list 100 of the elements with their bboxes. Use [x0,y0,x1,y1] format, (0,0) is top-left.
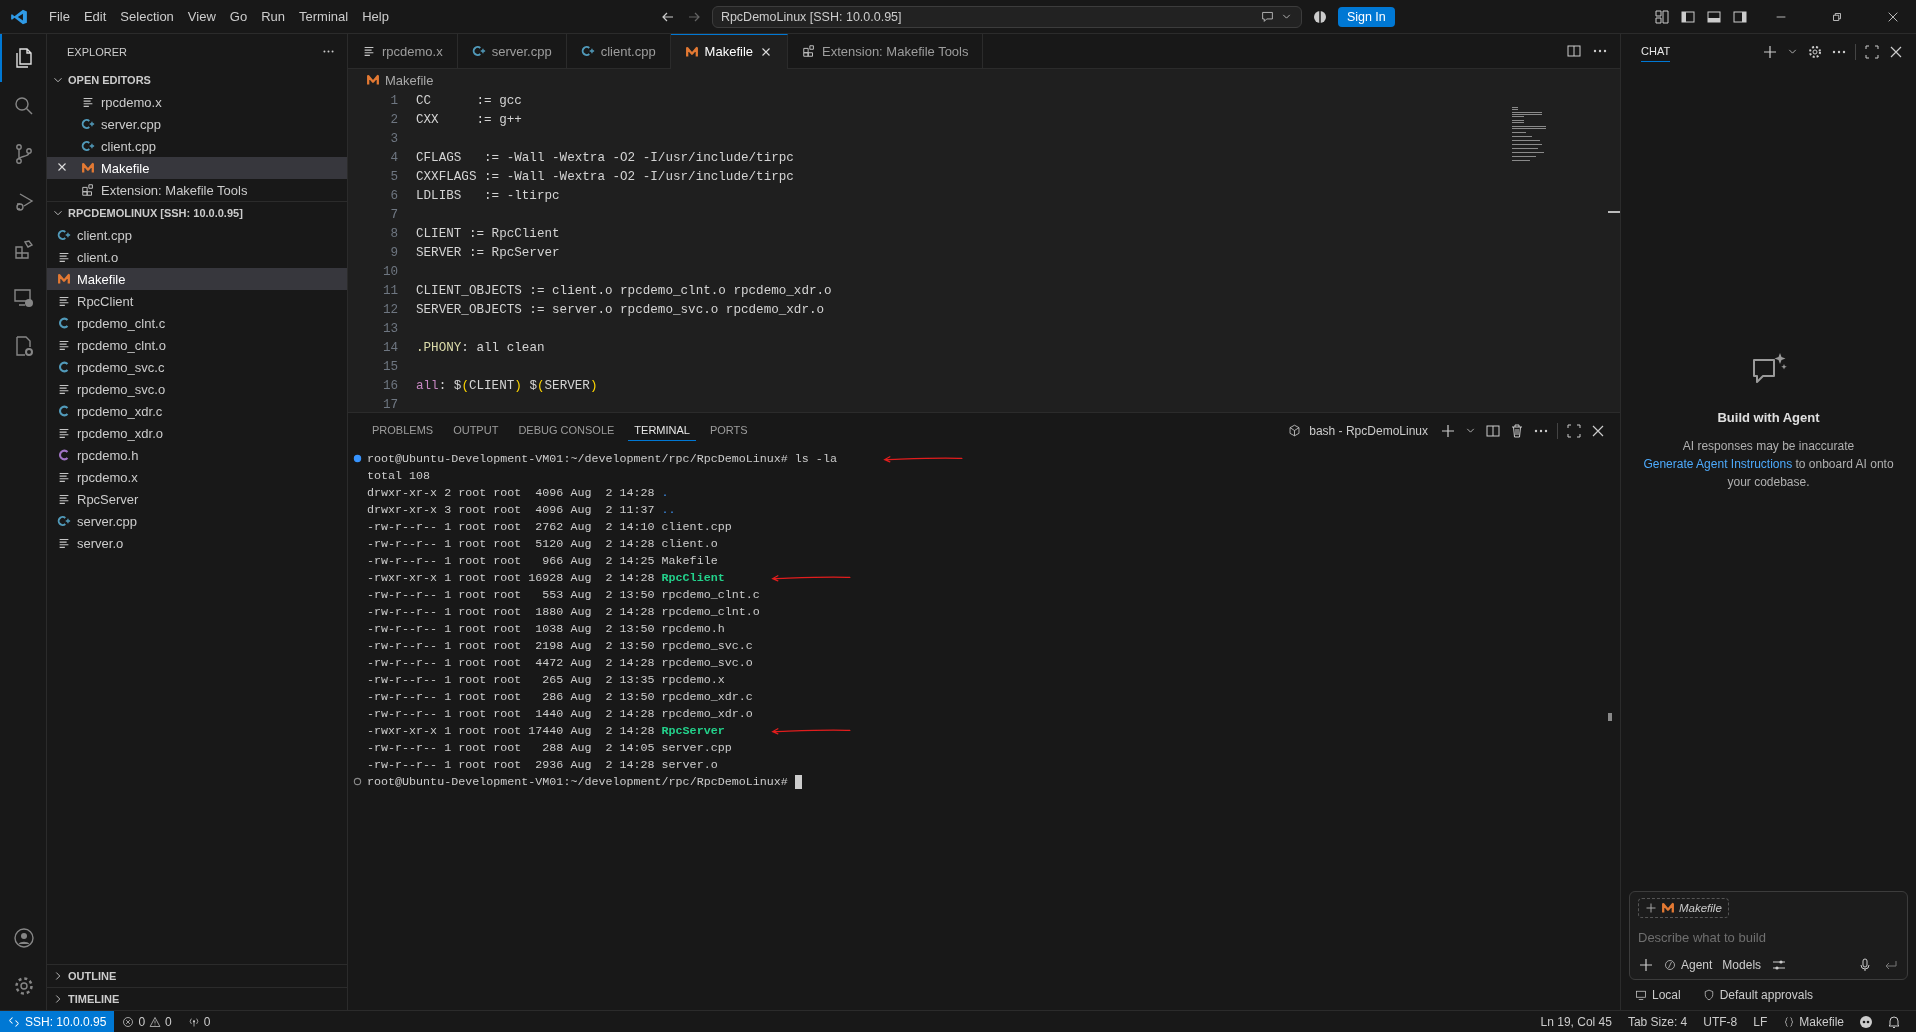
text-file-icon [57,492,71,506]
toggle-sidebar-icon[interactable] [1680,8,1696,25]
approvals-button[interactable]: Default approvals [1702,988,1814,1002]
panel-tab[interactable]: PROBLEMS [366,420,440,441]
tree-item[interactable]: server.cpp [47,510,347,532]
tree-item[interactable]: rpcdemo_xdr.o [47,422,347,444]
menu-item[interactable]: Run [254,6,292,27]
local-button[interactable]: Local [1635,988,1681,1002]
remote-icon [8,1015,20,1028]
menu-item[interactable]: File [42,6,77,27]
tree-item[interactable]: rpcdemo_xdr.c [47,400,347,422]
tree-item[interactable]: rpcdemo_clnt.o [47,334,347,356]
split-editor-icon[interactable] [1566,43,1582,59]
listed-name: client.cpp [661,519,732,534]
generate-instructions-link[interactable]: Generate Agent Instructions [1643,456,1793,471]
chat-disclaimer: AI responses may be inaccurate [1682,437,1855,455]
open-editor-item[interactable]: Makefile [47,157,347,179]
plus-icon[interactable] [1645,902,1657,914]
settings-icon[interactable] [1807,43,1823,60]
maximize-icon[interactable] [1864,43,1880,60]
scrollbar-thumb[interactable] [1608,713,1612,721]
app-logo-icon[interactable] [10,7,28,26]
tree-item[interactable]: server.o [47,532,347,554]
tree-item[interactable]: rpcdemo_svc.o [47,378,347,400]
tree-item[interactable]: RpcClient [47,290,347,312]
code-line: all: $(CLIENT) $(SERVER) [416,378,598,393]
section-header[interactable]: OUTLINE [47,964,347,987]
chat-tab[interactable]: CHAT [1641,41,1671,62]
remote-indicator[interactable]: SSH: 10.0.0.95 [0,1011,115,1032]
tree-item[interactable]: RpcServer [47,488,347,510]
trash-icon[interactable] [1509,422,1525,439]
tree-item[interactable]: rpcdemo_svc.c [47,356,347,378]
code-line: SERVER := RpcServer [416,245,560,260]
file-permissions: -rw-r--r-- 1 root root 1440 Aug 2 14:28 [367,706,655,721]
line-number: 16 [381,378,398,393]
header-file-icon [57,448,71,462]
status-item[interactable]: Tab Size: 4 [1619,1014,1696,1029]
panel-tab[interactable]: TERMINAL [628,420,696,441]
open-editor-item[interactable]: client.cpp [47,135,347,157]
code-line: SERVER_OBJECTS := server.o rpcdemo_svc.o rpcdemo_xdr.o [416,302,825,317]
status-item[interactable]: LF [1745,1014,1776,1029]
chat-input-field[interactable]: Describe what to build [1638,926,1899,949]
breadcrumb-item[interactable]: Makefile [385,72,434,88]
plus-icon[interactable] [1638,957,1654,973]
tree-item[interactable]: Makefile [47,268,347,290]
listed-name: server.cpp [661,740,732,755]
split-terminal-icon[interactable] [1485,422,1501,439]
text-file-icon [57,294,71,308]
microphone-icon[interactable] [1857,957,1873,973]
editor-tab[interactable]: client.cpp [566,33,671,69]
line-number: 7 [389,207,398,222]
agent-mode-button[interactable]: Agent [1664,958,1713,972]
open-editor-item[interactable]: rpcdemo.x [47,91,347,113]
menu-item[interactable]: Go [222,6,255,27]
section-header[interactable]: RPCDEMOLINUX [SSH: 10.0.0.95] [47,201,347,224]
editor-tab[interactable]: Extension: Makefile Tools [788,33,984,69]
toggle-panel-icon[interactable] [1706,8,1722,25]
command-center[interactable]: RpcDemoLinux [SSH: 10.0.0.95] [711,5,1302,28]
status-item[interactable]: Ln 19, Col 45 [1532,1014,1620,1029]
menu-item[interactable]: Terminal [292,6,356,27]
plus-icon[interactable] [1440,422,1456,439]
editor-tab[interactable]: server.cpp [457,33,567,69]
command-status-icon[interactable] [353,454,362,463]
problems-status[interactable]: 0 0 [114,1014,180,1029]
menu-item[interactable]: Selection [113,6,181,27]
chat-icon[interactable] [1260,10,1274,23]
command-status-icon[interactable] [353,777,362,786]
editor-tab[interactable]: rpcdemo.x [348,33,458,69]
toggle-secondary-sidebar-icon[interactable] [1732,8,1748,25]
tree-item[interactable]: rpcdemo.x [47,466,347,488]
models-button[interactable]: Models [1722,958,1762,972]
maximize-icon[interactable] [1566,422,1582,439]
panel-tab[interactable]: DEBUG CONSOLE [512,420,621,441]
file-permissions: drwxr-xr-x 2 root root 4096 Aug 2 14:28 [367,485,655,500]
tree-item[interactable]: rpcdemo.h [47,444,347,466]
section-header[interactable]: OPEN EDITORS [47,69,347,91]
file-permissions: -rw-r--r-- 1 root root 1038 Aug 2 13:50 [367,621,655,636]
open-editor-item[interactable]: server.cpp [47,113,347,135]
context-chip[interactable]: Makefile [1638,898,1729,918]
terminal-name[interactable]: bash - RpcDemoLinux [1309,423,1428,438]
language-mode[interactable]: Makefile [1775,1014,1852,1029]
tree-item[interactable]: rpcdemo_clnt.c [47,312,347,334]
menu-item[interactable]: Help [355,6,396,27]
editor-tab[interactable]: Makefile [670,33,789,69]
ports-status[interactable]: 0 [179,1014,219,1029]
line-number: 5 [389,169,398,184]
tree-item[interactable]: client.o [47,246,347,268]
open-editor-item[interactable]: Extension: Makefile Tools [47,179,347,201]
scrollbar-thumb[interactable] [1608,211,1620,213]
status-item[interactable]: UTF-8 [1695,1014,1746,1029]
panel-tab[interactable]: PORTS [703,420,754,441]
panel-tab[interactable]: OUTPUT [447,420,505,441]
menu-item[interactable]: Edit [76,6,114,27]
notifications-icon[interactable] [1886,1013,1902,1030]
plus-icon[interactable] [1762,43,1778,60]
sign-in-button[interactable]: Sign In [1337,6,1395,27]
tree-item[interactable]: client.cpp [47,224,347,246]
menu-item[interactable]: View [180,6,223,27]
braces-icon [1783,1015,1796,1028]
layout-icon[interactable] [1654,8,1670,25]
